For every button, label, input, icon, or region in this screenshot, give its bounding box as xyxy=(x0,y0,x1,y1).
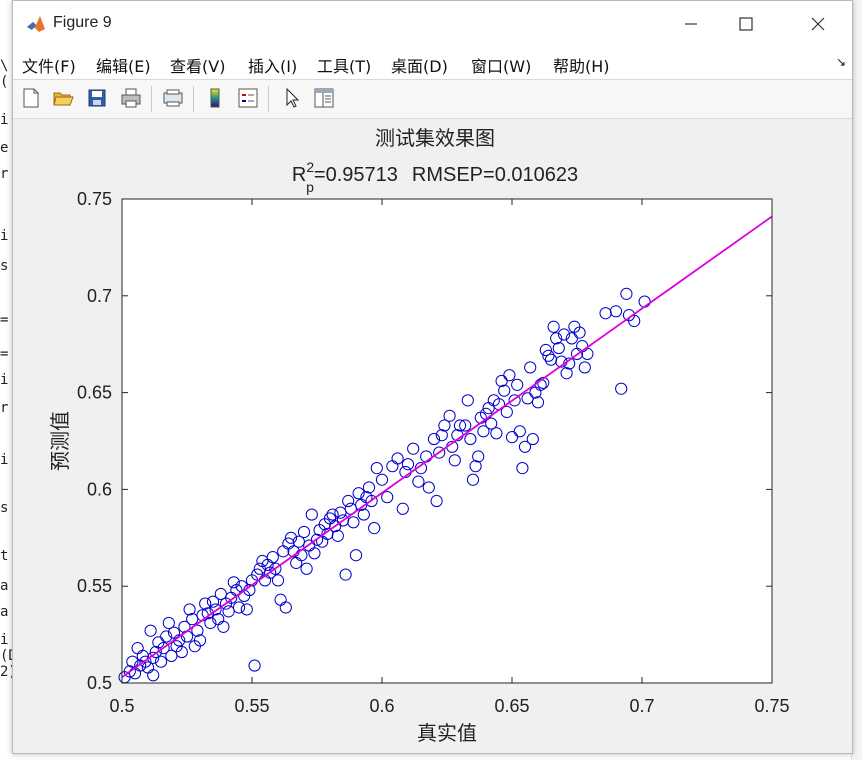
open-file-button[interactable] xyxy=(50,85,76,111)
axes-area[interactable] xyxy=(122,199,772,683)
x-tick-label: 0.7 xyxy=(629,696,654,716)
figure-canvas[interactable]: 0.5 0.55 0.6 0.65 0.7 0.75 0.5 0.55 0.6 0.65 0.7 0.… xyxy=(13,119,852,753)
pointer-icon xyxy=(286,87,300,108)
x-tick-label: 0.75 xyxy=(754,696,789,716)
y-tick-label: 0.5 xyxy=(87,673,112,693)
x-tick-label: 0.5 xyxy=(109,696,134,716)
menu-overflow-arrow-icon[interactable]: ↘ xyxy=(836,55,846,69)
link-plot-button[interactable] xyxy=(160,85,186,111)
save-icon xyxy=(88,89,106,107)
toolbar-separator xyxy=(268,86,269,112)
colorbar-button[interactable] xyxy=(202,85,228,111)
rmsep-value: RMSEP=0.010623 xyxy=(412,164,578,186)
y-axis-label: 预测值 xyxy=(49,411,72,471)
toolbar-separator xyxy=(193,86,194,112)
colorbar-icon xyxy=(210,88,220,108)
figure-window[interactable]: Figure 9 文件(F) 编辑(E) 查看(V) 插入(I) 工具(T) 桌… xyxy=(12,0,853,754)
x-tick-label: 0.6 xyxy=(369,696,394,716)
window-title: Figure 9 xyxy=(53,14,112,31)
open-file-icon xyxy=(53,92,74,106)
new-figure-button[interactable] xyxy=(18,85,44,111)
maximize-icon xyxy=(739,17,753,31)
figure-toolbar xyxy=(13,80,852,119)
x-tick-label: 0.55 xyxy=(234,696,269,716)
x-tick-label: 0.65 xyxy=(494,696,529,716)
new-figure-icon xyxy=(23,88,39,108)
y-tick-label: 0.55 xyxy=(77,576,112,596)
close-button[interactable] xyxy=(795,1,841,47)
menu-edit[interactable]: 编辑(E) xyxy=(96,53,151,77)
close-icon xyxy=(811,17,825,31)
y-tick-label: 0.65 xyxy=(77,383,112,403)
pointer-button[interactable] xyxy=(279,85,305,111)
x-axis-label: 真实值 xyxy=(417,722,477,745)
y-tick-label: 0.6 xyxy=(87,479,112,499)
r-squared-symbol: R xyxy=(292,164,306,186)
matlab-logo-icon xyxy=(25,13,47,35)
menu-view[interactable]: 查看(V) xyxy=(170,53,225,77)
minimize-button[interactable] xyxy=(668,1,714,47)
print-icon xyxy=(121,88,141,108)
property-editor-icon xyxy=(314,88,334,108)
toolbar-separator xyxy=(151,86,152,112)
menu-bar: 文件(F) 编辑(E) 查看(V) 插入(I) 工具(T) 桌面(D) 窗口(W… xyxy=(13,47,852,80)
menu-insert[interactable]: 插入(I) xyxy=(248,53,297,77)
r-squared-subscript: p xyxy=(306,179,314,195)
legend-button[interactable] xyxy=(235,85,261,111)
r-squared-value: =0.95713 xyxy=(314,164,398,186)
menu-window[interactable]: 窗口(W) xyxy=(471,53,531,77)
chart-subtitle: R2 p=0.95713 RMSEP=0.010623 xyxy=(292,159,578,195)
menu-desktop[interactable]: 桌面(D) xyxy=(391,53,448,77)
y-tick-label: 0.7 xyxy=(87,286,112,306)
chart-title: 测试集效果图 xyxy=(375,127,495,150)
menu-file[interactable]: 文件(F) xyxy=(22,53,76,77)
minimize-icon xyxy=(685,23,697,25)
scatter-plot[interactable]: 0.5 0.55 0.6 0.65 0.7 0.75 0.5 0.55 0.6 0.65 0.7 0.… xyxy=(13,119,852,753)
print-button[interactable] xyxy=(118,85,144,111)
link-plot-icon xyxy=(163,89,183,107)
title-bar[interactable]: Figure 9 xyxy=(13,1,852,47)
menu-help[interactable]: 帮助(H) xyxy=(553,53,610,77)
menu-tools[interactable]: 工具(T) xyxy=(317,53,371,77)
legend-icon xyxy=(238,88,258,108)
property-editor-button[interactable] xyxy=(311,85,337,111)
save-button[interactable] xyxy=(84,85,110,111)
maximize-button[interactable] xyxy=(723,1,769,47)
y-tick-label: 0.75 xyxy=(77,189,112,209)
